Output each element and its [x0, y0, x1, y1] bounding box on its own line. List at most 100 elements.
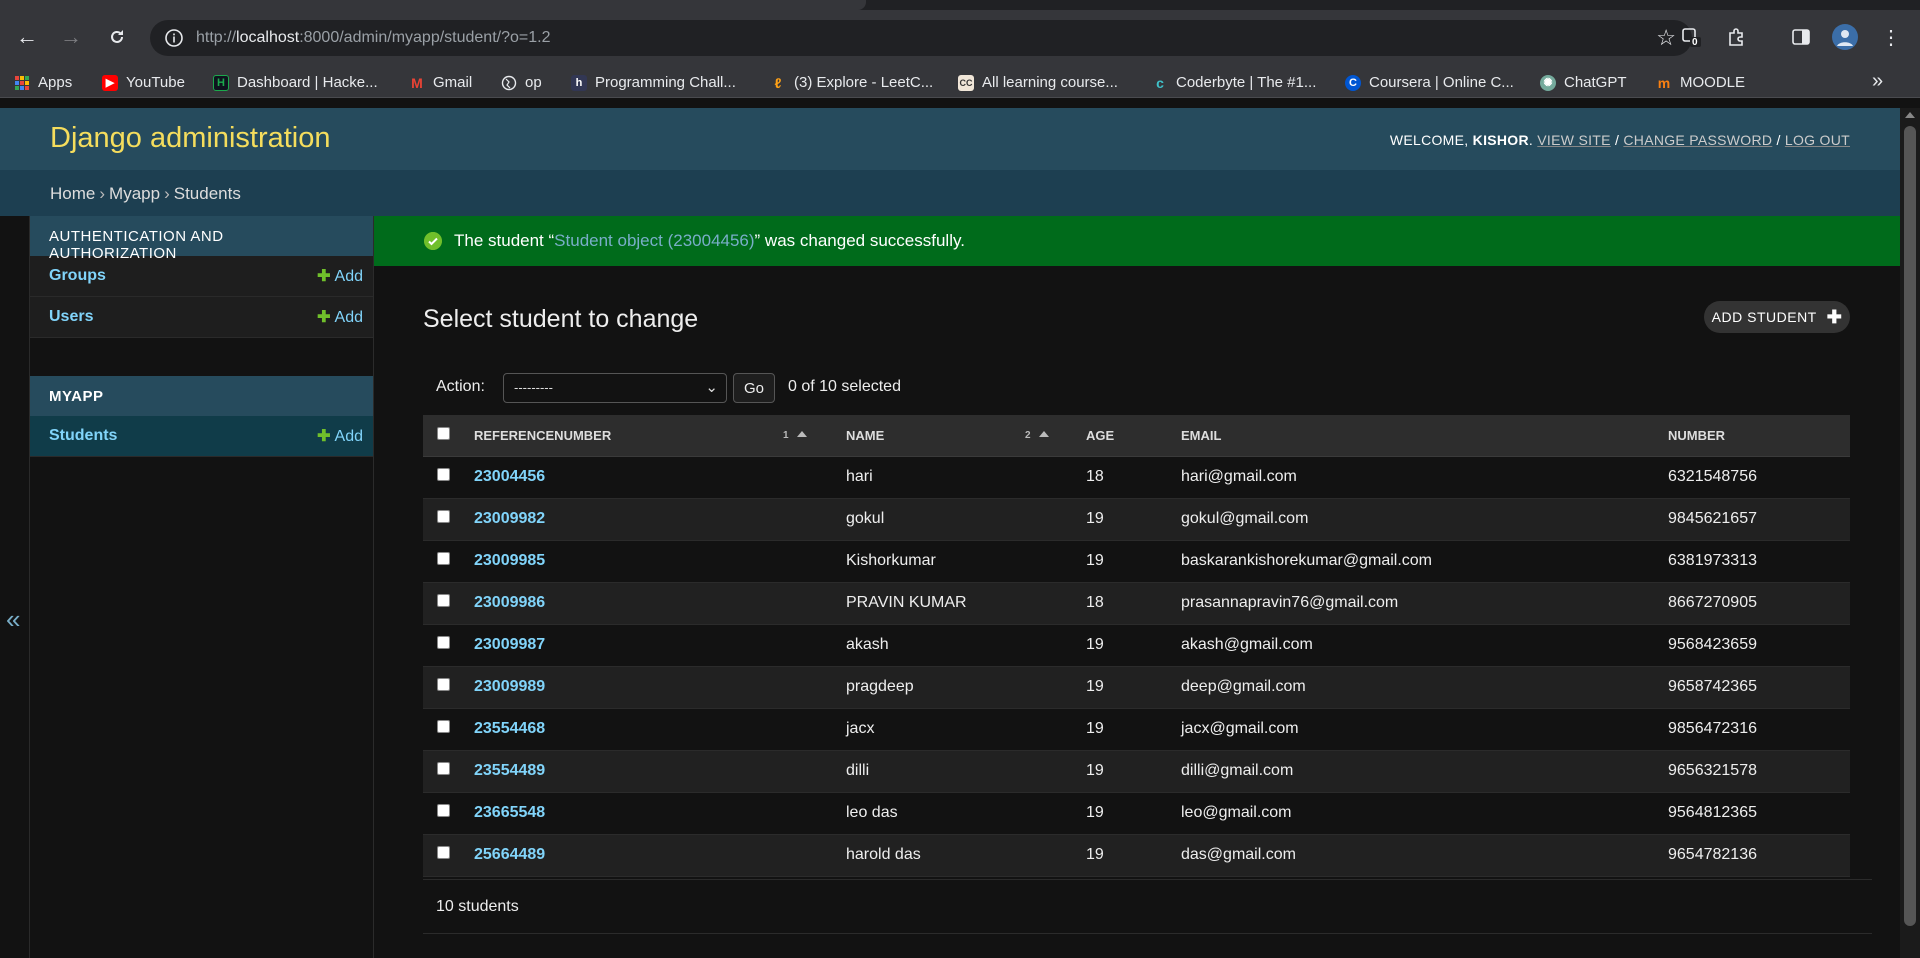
sort-ascending-icon[interactable]: [796, 431, 807, 437]
moodle-icon: m: [1657, 74, 1671, 91]
view-site-link[interactable]: VIEW SITE: [1537, 132, 1611, 148]
changed-object-link[interactable]: Student object (23004456): [554, 231, 754, 250]
students-link[interactable]: Students: [49, 427, 117, 445]
bookmark-codecademy[interactable]: CC All learning course...: [958, 74, 1118, 91]
address-bar[interactable]: http://localhost:8000/admin/myapp/studen…: [150, 20, 1692, 56]
apps-grid-icon: [14, 75, 30, 91]
name-cell: gokul: [832, 498, 1074, 541]
extensions-puzzle-icon[interactable]: [1724, 24, 1750, 50]
bookmark-hackerearth[interactable]: h Programming Chall...: [571, 74, 736, 91]
groups-link[interactable]: Groups: [49, 267, 106, 285]
row-checkbox[interactable]: [437, 510, 450, 523]
bookmark-youtube[interactable]: ▶ YouTube: [102, 74, 185, 91]
module-myapp-caption[interactable]: MYAPP: [30, 376, 373, 416]
go-button[interactable]: Go: [733, 373, 775, 403]
ref-cell: 23009982: [465, 498, 832, 541]
student-link[interactable]: 23009986: [474, 594, 545, 611]
url-text[interactable]: http://localhost:8000/admin/myapp/studen…: [196, 29, 550, 47]
row-checkbox[interactable]: [437, 636, 450, 649]
bookmark-apps[interactable]: Apps: [14, 74, 72, 91]
row-checkbox[interactable]: [437, 720, 450, 733]
student-link[interactable]: 23009989: [474, 678, 545, 695]
breadcrumb-students: Students: [173, 184, 241, 203]
youtube-icon: ▶: [102, 74, 118, 91]
breadcrumb-home[interactable]: Home: [50, 184, 95, 203]
ref-cell: 23009985: [465, 540, 832, 583]
student-link[interactable]: 23665548: [474, 804, 545, 821]
student-link[interactable]: 23009985: [474, 552, 545, 569]
student-link[interactable]: 23004456: [474, 468, 545, 485]
users-add-link[interactable]: ✚ Add: [317, 307, 363, 327]
browser-menu-icon[interactable]: ⋮: [1878, 24, 1904, 50]
column-header-number[interactable]: NUMBER: [1655, 415, 1850, 457]
student-link[interactable]: 23554489: [474, 762, 545, 779]
site-brand[interactable]: Django administration: [50, 122, 330, 155]
bookmark-gmail[interactable]: M Gmail: [409, 74, 472, 91]
plus-icon: ✚: [1826, 306, 1843, 327]
bookmark-moodle[interactable]: m MOODLE: [1656, 74, 1745, 91]
hackerrank-icon: H: [213, 74, 229, 91]
select-all-checkbox[interactable]: [437, 427, 450, 441]
active-tab[interactable]: [0, 0, 866, 10]
sidebar-toggle[interactable]: «: [0, 216, 30, 958]
action-select[interactable]: --------- ⌄: [503, 373, 727, 403]
bookmark-star-icon[interactable]: ☆: [1656, 25, 1676, 51]
row-checkbox[interactable]: [437, 846, 450, 859]
sort-ascending-icon[interactable]: [1038, 431, 1049, 437]
bookmark-op[interactable]: op: [501, 74, 542, 91]
forward-icon[interactable]: →: [56, 22, 86, 52]
bookmark-hackerrank[interactable]: H Dashboard | Hacke...: [213, 74, 378, 91]
globe-icon: [501, 75, 517, 91]
sort-priority[interactable]: 1: [783, 430, 807, 441]
number-cell: 6321548756: [1655, 456, 1850, 499]
student-link[interactable]: 23009987: [474, 636, 545, 653]
chatgpt-icon: ✺: [1540, 74, 1556, 91]
users-link[interactable]: Users: [49, 308, 93, 326]
collapse-chevrons-icon[interactable]: «: [6, 604, 20, 635]
row-checkbox[interactable]: [437, 804, 450, 817]
change-password-link[interactable]: CHANGE PASSWORD: [1623, 132, 1772, 148]
page-scrollbar[interactable]: [1900, 108, 1920, 958]
profile-avatar[interactable]: [1832, 24, 1858, 50]
site-info-icon[interactable]: [164, 28, 184, 48]
bookmark-leetcode[interactable]: ℓ (3) Explore - LeetC...: [770, 74, 934, 91]
student-link[interactable]: 23554468: [474, 720, 545, 737]
column-header-age[interactable]: AGE: [1074, 415, 1167, 457]
row-checkbox[interactable]: [437, 594, 450, 607]
bookmarks-bar: Apps ▶ YouTube H Dashboard | Hacke... M …: [0, 68, 1920, 98]
module-auth-caption[interactable]: AUTHENTICATION AND AUTHORIZATION: [30, 216, 373, 262]
log-out-link[interactable]: LOG OUT: [1785, 132, 1850, 148]
groups-add-link[interactable]: ✚ Add: [317, 266, 363, 286]
row-checkbox[interactable]: [437, 552, 450, 565]
scrollbar-thumb[interactable]: [1904, 126, 1916, 926]
extension-counter-icon[interactable]: 0: [1678, 24, 1704, 50]
success-check-icon: [424, 232, 442, 250]
bookmark-coursera[interactable]: C Coursera | Online C...: [1345, 74, 1514, 91]
email-cell: das@gmail.com: [1167, 834, 1655, 877]
back-icon[interactable]: ←: [12, 22, 42, 52]
bookmark-chatgpt[interactable]: ✺ ChatGPT: [1540, 74, 1627, 91]
student-link[interactable]: 23009982: [474, 510, 545, 527]
side-panel-icon[interactable]: [1788, 24, 1814, 50]
column-header-name[interactable]: NAME 2: [832, 415, 1074, 457]
column-header-email[interactable]: EMAIL: [1167, 415, 1655, 457]
row-checkbox[interactable]: [437, 468, 450, 481]
add-student-button[interactable]: ADD STUDENT ✚: [1704, 301, 1850, 333]
row-checkbox[interactable]: [437, 762, 450, 775]
name-cell: jacx: [832, 708, 1074, 751]
number-cell: 9656321578: [1655, 750, 1850, 793]
ref-cell: 23004456: [465, 456, 832, 499]
row-checkbox[interactable]: [437, 678, 450, 691]
more-bookmarks-chevron-icon[interactable]: »: [1872, 70, 1883, 93]
row-select-cell: [423, 498, 465, 541]
bookmark-coderbyte[interactable]: c Coderbyte | The #1...: [1152, 74, 1316, 91]
student-link[interactable]: 25664489: [474, 846, 545, 863]
column-header-referencenumber[interactable]: REFERENCENUMBER 1: [465, 415, 832, 457]
breadcrumb-myapp[interactable]: Myapp: [109, 184, 160, 203]
name-cell: dilli: [832, 750, 1074, 793]
email-cell: leo@gmail.com: [1167, 792, 1655, 835]
scroll-up-arrow-icon[interactable]: [1905, 112, 1915, 118]
students-add-link[interactable]: ✚ Add: [317, 426, 363, 446]
sort-priority[interactable]: 2: [1025, 430, 1049, 441]
reload-icon[interactable]: [102, 22, 132, 52]
